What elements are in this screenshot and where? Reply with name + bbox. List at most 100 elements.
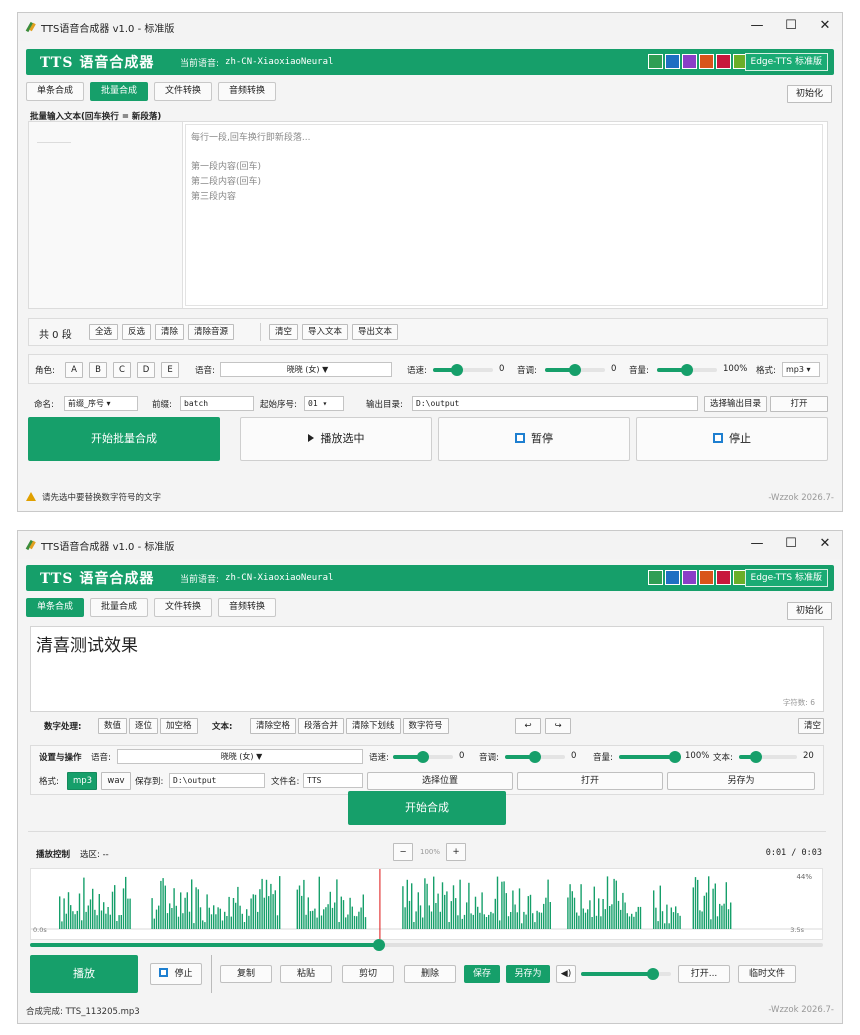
role-button[interactable]: B bbox=[89, 362, 107, 378]
theme-swatch[interactable] bbox=[648, 54, 663, 69]
open-file-button[interactable]: 打开... bbox=[678, 965, 730, 983]
theme-swatch[interactable] bbox=[665, 54, 680, 69]
role-button[interactable]: E bbox=[161, 362, 179, 378]
batch-window: TTS语音合成器 v1.0 - 标准版 — ☐ ✕ TTS 语音合成器 当前语音… bbox=[17, 12, 843, 512]
number-proc-button[interactable]: 加空格 bbox=[160, 718, 198, 734]
number-proc-button[interactable]: 逐位 bbox=[129, 718, 159, 734]
text-op-button[interactable]: 清除下划线 bbox=[346, 718, 401, 734]
prefix-input[interactable]: batch bbox=[180, 396, 254, 411]
save-as-button[interactable]: 另存为 bbox=[506, 965, 550, 983]
cut-button[interactable]: 剪切 bbox=[342, 965, 394, 983]
playback-progress[interactable] bbox=[30, 939, 823, 951]
choose-location-button[interactable]: 选择位置 bbox=[367, 772, 513, 790]
theme-swatch[interactable] bbox=[716, 54, 731, 69]
rate-slider[interactable] bbox=[393, 751, 453, 763]
zoom-out-button[interactable]: − bbox=[393, 843, 413, 861]
format-mp3-button[interactable]: mp3 bbox=[67, 772, 97, 790]
segment-tool-button[interactable]: 反选 bbox=[122, 324, 152, 340]
theme-swatch[interactable] bbox=[648, 570, 663, 585]
text-file-button[interactable]: 导出文本 bbox=[352, 324, 399, 340]
output-dir-input[interactable]: D:\output bbox=[412, 396, 698, 411]
tab-3[interactable]: 音频转换 bbox=[218, 598, 277, 617]
theme-swatch[interactable] bbox=[716, 570, 731, 585]
paste-button[interactable]: 粘贴 bbox=[280, 965, 332, 983]
stop-button[interactable]: 停止 bbox=[636, 417, 828, 461]
zoom-in-button[interactable]: + bbox=[446, 843, 466, 861]
voice-select[interactable]: 晓晓 (女) ▼ bbox=[117, 749, 363, 764]
speaker-icon[interactable]: ◀) bbox=[556, 965, 576, 983]
tab-3[interactable]: 音频转换 bbox=[218, 82, 277, 101]
tab-1[interactable]: 批量合成 bbox=[90, 82, 149, 101]
volume-slider[interactable] bbox=[657, 364, 717, 376]
redo-button[interactable]: ↪ bbox=[545, 718, 571, 734]
maximize-icon[interactable]: ☐ bbox=[774, 531, 808, 559]
theme-swatch[interactable] bbox=[682, 570, 697, 585]
stop-button[interactable]: 停止 bbox=[150, 963, 202, 985]
close-icon[interactable]: ✕ bbox=[808, 531, 842, 559]
pitch-slider[interactable] bbox=[505, 751, 565, 763]
role-button[interactable]: D bbox=[137, 362, 155, 378]
rate-slider[interactable] bbox=[433, 364, 493, 376]
minimize-icon[interactable]: — bbox=[740, 531, 774, 559]
temp-file-button[interactable]: 临时文件 bbox=[738, 965, 796, 983]
format-select[interactable]: mp3 ▾ bbox=[782, 362, 820, 377]
segment-tool-button[interactable]: 清除 bbox=[155, 324, 185, 340]
text-op-button[interactable]: 段落合并 bbox=[298, 718, 345, 734]
maximize-icon[interactable]: ☐ bbox=[774, 13, 808, 41]
segment-tool-button[interactable]: 全选 bbox=[89, 324, 119, 340]
tab-2[interactable]: 文件转换 bbox=[154, 598, 213, 617]
save-to-input[interactable]: D:\output bbox=[169, 773, 265, 788]
playback-volume-slider[interactable] bbox=[581, 968, 671, 980]
play-button[interactable]: 播放 bbox=[30, 955, 138, 993]
open-output-button[interactable]: 打开 bbox=[770, 396, 828, 412]
delete-button[interactable]: 删除 bbox=[404, 965, 456, 983]
theme-swatch[interactable] bbox=[699, 54, 714, 69]
role-button[interactable]: C bbox=[113, 362, 131, 378]
text-op-button[interactable]: 数字符号 bbox=[402, 718, 449, 734]
choose-output-dir-button[interactable]: 选择输出目录 bbox=[704, 396, 768, 412]
tab-2[interactable]: 文件转换 bbox=[154, 82, 213, 101]
minimize-icon[interactable]: — bbox=[740, 13, 774, 41]
clear-button[interactable]: 清空 bbox=[798, 718, 824, 734]
init-button[interactable]: 初始化 bbox=[786, 85, 832, 103]
theme-swatch[interactable] bbox=[665, 570, 680, 585]
theme-swatch[interactable] bbox=[699, 570, 714, 585]
play-icon bbox=[307, 434, 314, 442]
close-icon[interactable]: ✕ bbox=[808, 13, 842, 41]
save-button[interactable]: 保存 bbox=[464, 965, 500, 983]
waveform-panel[interactable]: 44% 0.0s 3.5s bbox=[30, 868, 823, 940]
start-synthesis-button[interactable]: 开始合成 bbox=[348, 791, 506, 825]
text-input[interactable]: 清喜测试效果 字符数: 6 bbox=[30, 626, 824, 712]
save-as-button[interactable]: 另存为 bbox=[667, 772, 815, 790]
selection-label: 选区: -- bbox=[80, 850, 109, 860]
batch-textarea[interactable]: 每行一段,回车换行即新段落... 第一段内容(回车) 第二段内容(回车) 第三段… bbox=[185, 124, 823, 306]
warning-icon bbox=[26, 492, 36, 501]
start-batch-button[interactable]: 开始批量合成 bbox=[28, 417, 220, 461]
pause-button[interactable]: 暂停 bbox=[438, 417, 630, 461]
text-size-slider[interactable] bbox=[739, 751, 797, 763]
undo-button[interactable]: ↩ bbox=[515, 718, 541, 734]
role-button[interactable]: A bbox=[65, 362, 83, 378]
waveform[interactable] bbox=[31, 869, 823, 940]
voice-label: 语音: bbox=[195, 366, 215, 376]
pitch-slider[interactable] bbox=[545, 364, 605, 376]
open-button[interactable]: 打开 bbox=[517, 772, 663, 790]
theme-swatch[interactable] bbox=[682, 54, 697, 69]
play-selected-button[interactable]: 播放选中 bbox=[240, 417, 432, 461]
volume-slider[interactable] bbox=[619, 751, 681, 763]
number-proc-button[interactable]: 数值 bbox=[98, 718, 128, 734]
segment-tool-button[interactable]: 清除音源 bbox=[188, 324, 235, 340]
start-no-select[interactable]: 01 ▾ bbox=[304, 396, 344, 411]
tab-0[interactable]: 单条合成 bbox=[26, 82, 85, 101]
voice-select[interactable]: 晓晓 (女) ▼ bbox=[220, 362, 392, 377]
tab-0[interactable]: 单条合成 bbox=[26, 598, 85, 617]
text-file-button[interactable]: 清空 bbox=[269, 324, 299, 340]
format-wav-button[interactable]: wav bbox=[101, 772, 131, 790]
tab-1[interactable]: 批量合成 bbox=[90, 598, 149, 617]
init-button[interactable]: 初始化 bbox=[786, 602, 832, 620]
text-op-button[interactable]: 清除空格 bbox=[250, 718, 297, 734]
file-name-input[interactable]: TTS bbox=[303, 773, 363, 788]
copy-button[interactable]: 复制 bbox=[220, 965, 272, 983]
text-file-button[interactable]: 导入文本 bbox=[302, 324, 349, 340]
naming-select[interactable]: 前缀_序号 ▾ bbox=[64, 396, 138, 411]
